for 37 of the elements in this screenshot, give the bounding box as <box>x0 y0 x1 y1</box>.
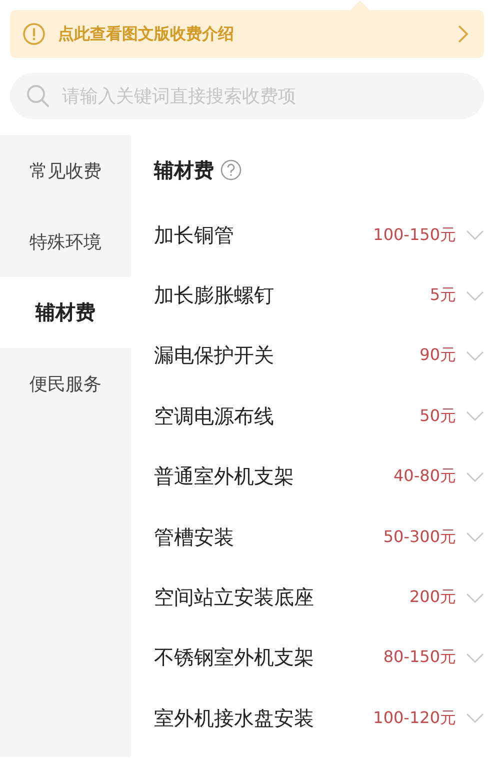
chevron-icon[interactable] <box>466 230 484 240</box>
fee-price: 80-150元 <box>383 647 456 668</box>
chevron-icon[interactable] <box>466 472 484 482</box>
fee-price: 90元 <box>420 345 456 366</box>
sidebar-tab[interactable]: 常见收费 <box>0 135 131 206</box>
section-title: 辅材费 <box>154 156 214 184</box>
fee-item-name: 空间站立安装底座 <box>154 584 315 612</box>
fee-item-name: 加长膨胀螺钉 <box>154 282 275 310</box>
fee-price: 100-150元 <box>373 224 456 246</box>
chevron-icon[interactable] <box>466 350 484 361</box>
fee-price: 100-120元 <box>373 708 456 729</box>
chevron-icon[interactable] <box>466 290 484 301</box>
sidebar-tab[interactable]: 便民服务 <box>0 348 131 419</box>
sidebar-tab[interactable]: 辅材费 <box>0 277 131 348</box>
chevron-right-icon <box>458 25 468 43</box>
sidebar-tab[interactable]: 特殊环境 <box>0 206 131 277</box>
chevron-icon[interactable] <box>466 652 484 663</box>
fee-item-name: 不锈钢室外机支架 <box>154 644 315 672</box>
chevron-icon[interactable] <box>466 713 484 724</box>
fee-price: 50-300元 <box>383 526 456 548</box>
fee-item-name: 室外机接水盘安装 <box>154 704 315 732</box>
fee-item-name: 漏电保护开关 <box>154 342 275 370</box>
chevron-icon[interactable] <box>466 532 484 542</box>
fee-item-name: 普通室外机支架 <box>154 463 295 490</box>
notice-text: 点此查看图文版收费介绍 <box>58 24 235 44</box>
fee-item-name: 空调电源布线 <box>154 402 275 430</box>
fee-item-name: 管槽安装 <box>154 524 235 551</box>
fee-price: 40-80元 <box>394 466 456 488</box>
fee-price: 5元 <box>430 285 456 306</box>
fee-item-name: 加长铜管 <box>154 222 235 249</box>
help-icon[interactable] <box>220 159 242 181</box>
chevron-icon[interactable] <box>466 592 484 603</box>
fee-price: 200元 <box>409 587 456 608</box>
info-icon <box>22 22 46 46</box>
search-icon <box>26 84 50 108</box>
fee-price: 50元 <box>420 406 456 427</box>
chevron-icon[interactable] <box>466 411 484 422</box>
